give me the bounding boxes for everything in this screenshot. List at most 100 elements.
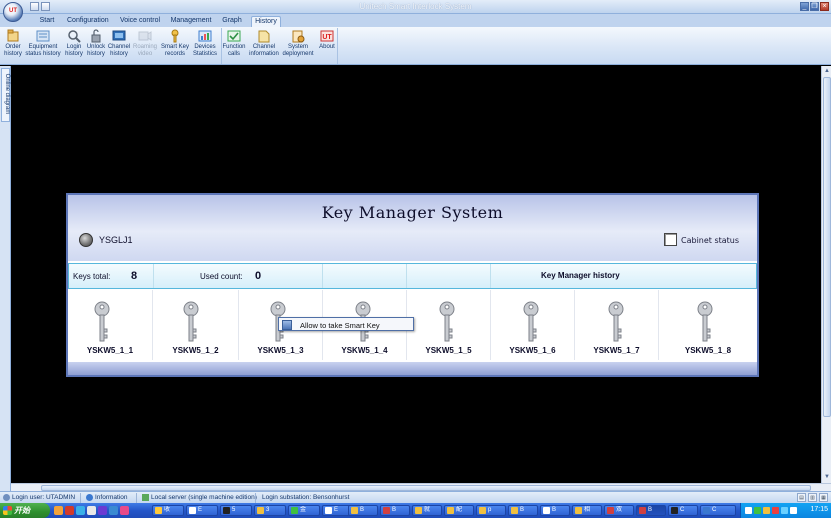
vertical-scroll-thumb[interactable] [823,77,831,417]
tab-management[interactable]: Management [170,16,212,27]
taskbar-window-17[interactable]: C [668,505,698,516]
quicklaunch-player-icon[interactable] [120,506,129,515]
status-information[interactable]: Information [86,494,128,501]
scroll-down-icon[interactable]: ▼ [823,473,831,481]
task-icon [575,507,582,514]
about-button[interactable]: UT About [315,28,339,64]
key-slot-8[interactable]: YSKW5_1_8 [659,290,757,360]
taskbar-window-12[interactable]: B [508,505,538,516]
app-logo-text: UT [9,8,17,14]
horizontal-scrollbar[interactable] [11,483,831,491]
restore-button[interactable]: ❐ [810,2,819,11]
quicklaunch-browser-icon[interactable] [54,506,63,515]
server-icon [142,494,149,501]
task-label: 3 [266,507,270,513]
status-view-buttons: ▤ ▥ ▦ [797,493,828,502]
online-diagram-label: Online diagram [4,73,10,115]
taskbar-window-8[interactable]: B [380,505,410,516]
vertical-scrollbar[interactable]: ▲ ▼ [821,66,831,483]
system-deployment-icon [291,29,305,43]
tray-network-icon[interactable] [745,507,752,514]
roaming-video-button[interactable]: Roaming video [133,28,157,64]
tab-history[interactable]: History [251,16,281,27]
view-page-icon[interactable]: ▥ [808,493,817,502]
key-slot-7[interactable]: YSKW5_1_7 [575,290,659,360]
equipment-status-history-button[interactable]: Equipment status history [25,28,61,64]
task-label: 就 [424,507,431,513]
function-calls-button[interactable]: Function calls [222,28,246,64]
taskbar-window-15[interactable]: 双 [604,505,634,516]
key-slot-1[interactable]: YSKW5_1_1 [68,290,153,360]
function-calls-icon [227,29,241,43]
taskbar-window-18[interactable]: C [700,505,736,516]
tray-shield-icon[interactable] [754,507,761,514]
taskbar-window-14[interactable]: 相 [572,505,602,516]
tray-chat-icon[interactable] [763,507,770,514]
minimize-button[interactable]: _ [800,2,809,11]
taskbar-window-13[interactable]: B [540,505,570,516]
quicklaunch-app-icon[interactable] [65,506,74,515]
task-label: 5 [232,507,236,513]
quicklaunch-media-icon[interactable] [98,506,107,515]
taskbar-window-10[interactable]: 配 [444,505,474,516]
task-icon [383,507,390,514]
taskbar-window-16[interactable]: B [636,505,666,516]
order-history-icon [6,29,20,43]
taskbar-window-9[interactable]: 就 [412,505,442,516]
task-label: B [392,507,397,513]
view-normal-icon[interactable]: ▤ [797,493,806,502]
system-deployment-button[interactable]: System deployment [282,28,314,64]
task-label: p [488,507,492,513]
channel-information-button[interactable]: Channel information [249,28,279,64]
taskbar-window-1[interactable]: 收 [152,505,184,516]
taskbar-window-5[interactable]: 金 [288,505,320,516]
task-label: E [198,507,203,513]
smart-key-icon [439,301,455,342]
taskbar-window-3[interactable]: 5 [220,505,252,516]
channel-information-icon [257,29,271,43]
taskbar-window-7[interactable]: B [348,505,378,516]
taskbar-window-2[interactable]: E [186,505,218,516]
tab-configuration[interactable]: Configuration [67,16,109,27]
allow-take-smart-key-menu-item[interactable]: Allow to take Smart Key [300,321,380,330]
tray-input-icon[interactable] [790,507,797,514]
key-slot-6[interactable]: YSKW5_1_6 [491,290,575,360]
tab-voice-control[interactable]: Voice control [118,16,162,27]
quicklaunch-ie-icon[interactable] [76,506,85,515]
task-icon [671,507,678,514]
task-icon [351,507,358,514]
status-server: Local server (single machine edition) [142,494,257,501]
key-slot-5[interactable]: YSKW5_1_5 [407,290,491,360]
taskbar-window-4[interactable]: 3 [254,505,286,516]
close-button[interactable]: × [820,2,829,11]
tab-start[interactable]: Start [35,16,59,27]
cabinet-status-checkbox[interactable] [664,233,677,246]
system-tray: 17:15 [740,503,831,518]
key-manager-history-link[interactable]: Key Manager history [541,271,620,280]
quicklaunch-explorer-icon[interactable] [109,506,118,515]
smart-key-records-button[interactable]: Smart Key records [161,28,189,64]
task-icon [223,507,230,514]
quicklaunch-desktop-icon[interactable] [87,506,96,515]
devices-statistics-button[interactable]: Devices Statistics [193,28,217,64]
start-button[interactable]: 开始 [0,503,50,518]
status-separator [136,493,137,503]
info-icon [86,494,93,501]
scroll-up-icon[interactable]: ▲ [823,67,831,75]
tab-graph[interactable]: Graph [220,16,244,27]
channel-history-button[interactable]: Channel history [107,28,131,64]
app-logo-button[interactable]: UT [3,2,23,22]
task-icon [257,507,264,514]
tray-volume-icon[interactable] [781,507,788,514]
allow-key-icon [282,320,292,330]
windows-taskbar: 开始 收 E 5 3 金 E B B 就 配 p B B 相 双 B C C 1… [0,503,831,518]
channel-history-icon [112,29,126,43]
taskbar-window-11[interactable]: p [476,505,506,516]
online-diagram-tab[interactable]: Online diagram [1,68,10,122]
key-manager-info-bar: Keys total: 8 Used count: 0 Key Manager … [68,263,757,289]
view-zoom-icon[interactable]: ▦ [819,493,828,502]
smart-key-icon [183,301,199,342]
key-slot-2[interactable]: YSKW5_1_2 [153,290,239,360]
channel-information-label: Channel information [249,44,279,57]
tray-security-icon[interactable] [772,507,779,514]
